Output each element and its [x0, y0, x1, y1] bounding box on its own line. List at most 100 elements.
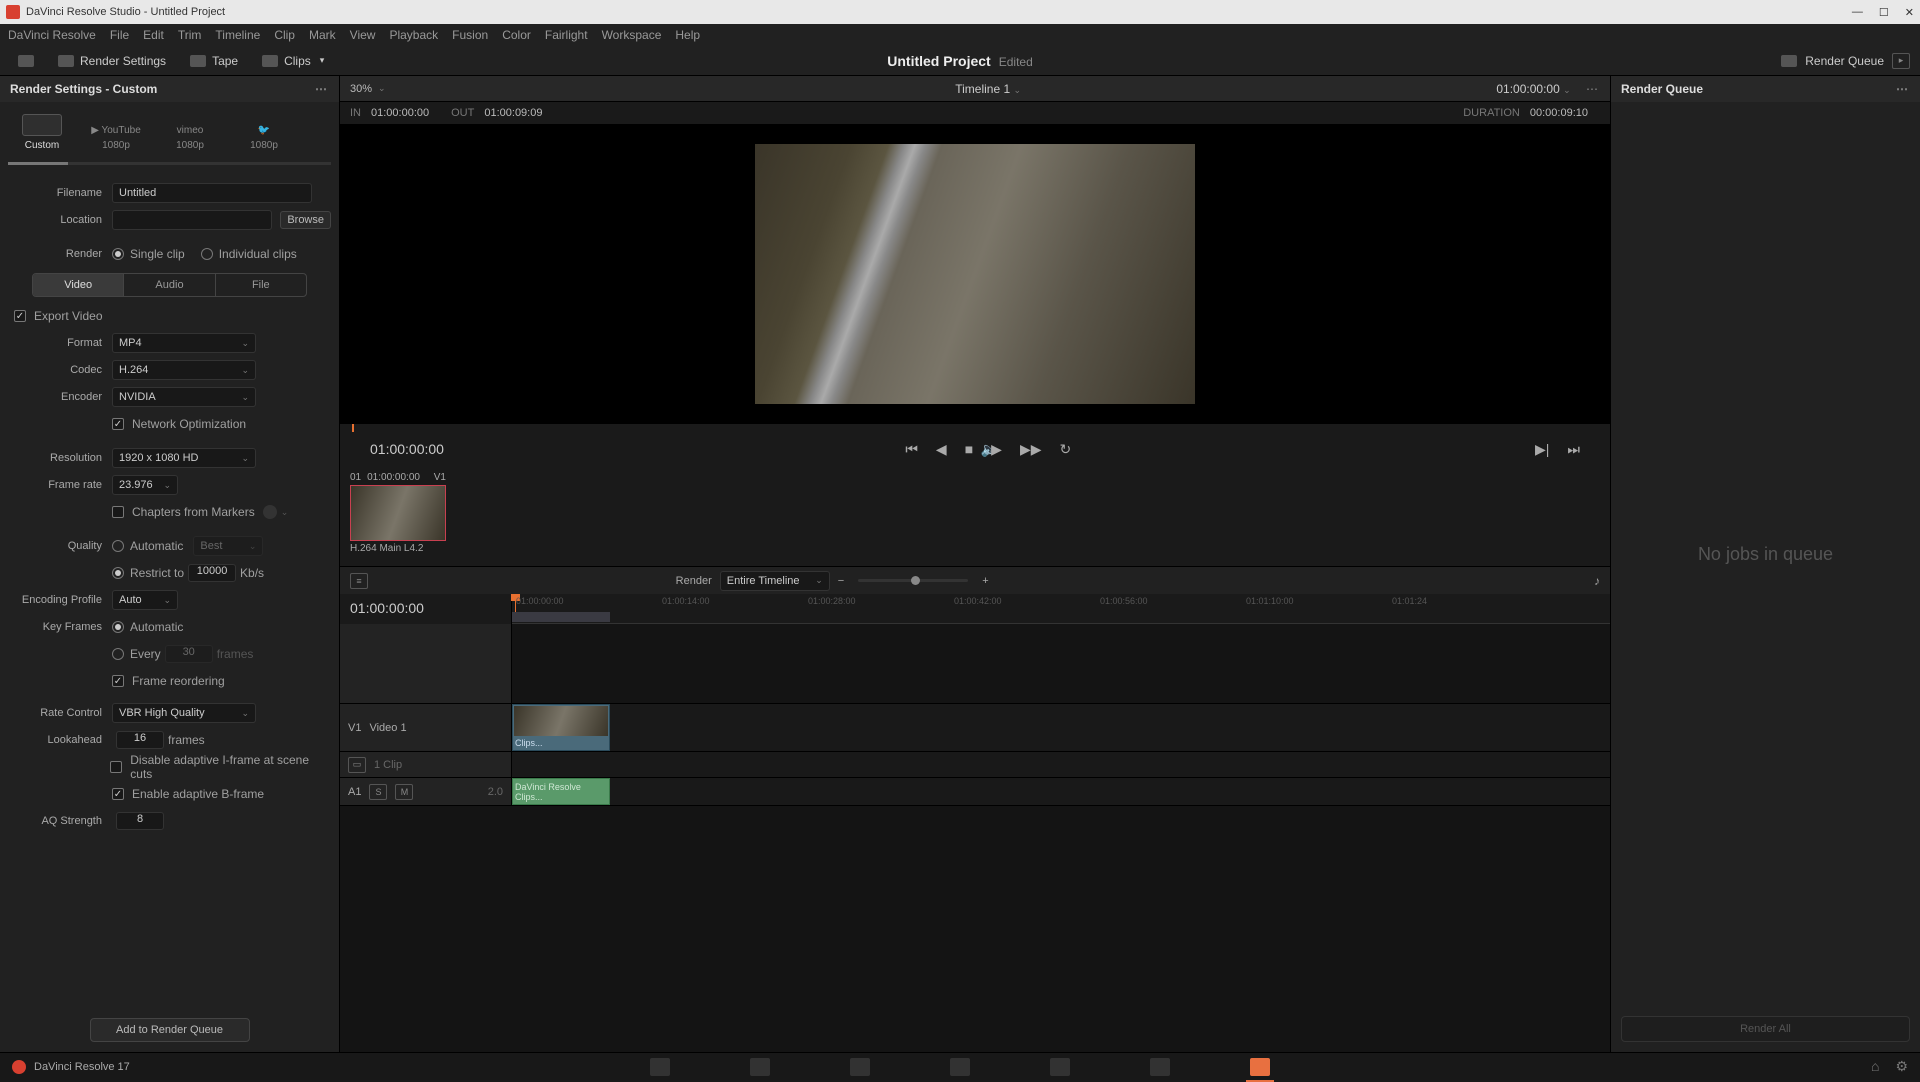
ruler-track[interactable]: 01:00:00:00 01:00:14:00 01:00:28:00 01:0…: [512, 594, 1610, 624]
clip-thumbnail[interactable]: 0101:00:00:00V1 H.264 Main L4.2: [350, 472, 446, 560]
video-clip[interactable]: DaVinci Resolve Clips...: [512, 704, 610, 751]
codec-select[interactable]: H.264⌄: [112, 360, 256, 380]
quality-auto-radio[interactable]: [112, 540, 124, 552]
menu-edit[interactable]: Edit: [143, 28, 164, 42]
expand-icon[interactable]: ▸: [1892, 53, 1910, 69]
zoom-out-icon[interactable]: −: [838, 575, 844, 587]
solo-button[interactable]: S: [369, 784, 387, 800]
enable-bframe-check[interactable]: [112, 788, 124, 800]
encoder-select[interactable]: NVIDIA⌄: [112, 387, 256, 407]
play-icon[interactable]: ▶: [991, 441, 1002, 458]
viewer-timecode[interactable]: 01:00:00:00: [1496, 82, 1559, 96]
menu-fusion[interactable]: Fusion: [452, 28, 488, 42]
lookahead-input[interactable]: 16: [116, 731, 164, 749]
clips-button[interactable]: Clips▾: [254, 51, 332, 71]
deliver-page-icon[interactable]: [1250, 1058, 1270, 1076]
bitrate-input[interactable]: 10000: [188, 564, 236, 582]
frame-reorder-check[interactable]: [112, 675, 124, 687]
menu-help[interactable]: Help: [675, 28, 700, 42]
minimize-button[interactable]: —: [1852, 6, 1863, 19]
close-button[interactable]: ✕: [1905, 6, 1914, 19]
kf-every-radio[interactable]: [112, 648, 124, 660]
render-range-indicator[interactable]: [512, 612, 610, 622]
menu-clip[interactable]: Clip: [274, 28, 295, 42]
render-all-button[interactable]: Render All: [1621, 1016, 1910, 1042]
audio-waveform-icon[interactable]: ♪: [1594, 574, 1600, 588]
more-icon[interactable]: ⋯: [315, 82, 329, 96]
zoom-in-icon[interactable]: +: [982, 575, 988, 587]
menu-trim[interactable]: Trim: [178, 28, 202, 42]
chapters-check[interactable]: [112, 506, 124, 518]
menu-timeline[interactable]: Timeline: [215, 28, 260, 42]
presets-toggle[interactable]: [10, 52, 42, 70]
tab-video[interactable]: Video: [33, 274, 124, 296]
render-queue-button[interactable]: Render Queue: [1805, 54, 1884, 68]
zoom-select[interactable]: 30%: [350, 83, 372, 95]
media-page-icon[interactable]: [650, 1058, 670, 1076]
settings-icon[interactable]: ⚙: [1895, 1058, 1908, 1075]
menu-playback[interactable]: Playback: [389, 28, 438, 42]
viewer-more-icon[interactable]: ⋯: [1586, 82, 1600, 96]
browse-button[interactable]: Browse: [280, 211, 331, 229]
cut-page-icon[interactable]: [750, 1058, 770, 1076]
format-select[interactable]: MP4⌄: [112, 333, 256, 353]
last-frame-icon[interactable]: ⏭: [1567, 441, 1580, 458]
filename-input[interactable]: Untitled: [112, 183, 312, 203]
prev-frame-icon[interactable]: ◀: [936, 441, 947, 458]
encoding-profile-select[interactable]: Auto⌄: [112, 590, 178, 610]
marker-color-icon[interactable]: [263, 505, 277, 519]
scrubber[interactable]: [340, 424, 1610, 432]
location-input[interactable]: [112, 210, 272, 230]
zoom-slider[interactable]: [858, 579, 968, 582]
mute-button[interactable]: M: [395, 784, 413, 800]
menu-file[interactable]: File: [110, 28, 129, 42]
loop-icon[interactable]: ↻: [1060, 441, 1072, 458]
framerate-select[interactable]: 23.976⌄: [112, 475, 178, 495]
video-lane[interactable]: DaVinci Resolve Clips...: [512, 704, 1610, 751]
render-settings-button[interactable]: Render Settings: [50, 51, 174, 71]
tab-audio[interactable]: Audio: [124, 274, 215, 296]
home-icon[interactable]: ⌂: [1871, 1058, 1879, 1075]
audio-lane[interactable]: DaVinci Resolve Clips...: [512, 778, 1610, 805]
aq-strength-input[interactable]: 8: [116, 812, 164, 830]
single-clip-radio[interactable]: [112, 248, 124, 260]
edit-page-icon[interactable]: [850, 1058, 870, 1076]
individual-clips-radio[interactable]: [201, 248, 213, 260]
color-page-icon[interactable]: [1050, 1058, 1070, 1076]
fairlight-page-icon[interactable]: [1150, 1058, 1170, 1076]
restrict-radio[interactable]: [112, 567, 124, 579]
menu-view[interactable]: View: [350, 28, 376, 42]
export-video-check[interactable]: [14, 310, 26, 322]
preset-youtube[interactable]: ▶ YouTube1080p: [80, 121, 152, 155]
viewer[interactable]: [340, 124, 1610, 424]
network-opt-check[interactable]: [112, 418, 124, 430]
last-clip-icon[interactable]: ▶|: [1535, 441, 1549, 458]
preset-vimeo[interactable]: vimeo1080p: [154, 121, 226, 155]
rate-control-select[interactable]: VBR High Quality⌄: [112, 703, 256, 723]
kf-auto-radio[interactable]: [112, 621, 124, 633]
menu-fairlight[interactable]: Fairlight: [545, 28, 588, 42]
queue-more-icon[interactable]: ⋯: [1896, 82, 1910, 96]
track-mode-icon[interactable]: ▭: [348, 757, 366, 773]
menu-davinci[interactable]: DaVinci Resolve: [8, 28, 96, 42]
maximize-button[interactable]: ☐: [1879, 6, 1889, 19]
fusion-page-icon[interactable]: [950, 1058, 970, 1076]
preset-twitter[interactable]: 🐦1080p: [228, 121, 300, 155]
stop-icon[interactable]: ■: [965, 441, 973, 458]
menu-workspace[interactable]: Workspace: [602, 28, 662, 42]
menu-color[interactable]: Color: [502, 28, 531, 42]
audio-clip[interactable]: DaVinci Resolve Clips...: [512, 778, 610, 805]
preset-scrollbar[interactable]: [8, 162, 331, 165]
disable-iframe-check[interactable]: [110, 761, 122, 773]
tape-button[interactable]: Tape: [182, 51, 246, 71]
resolution-select[interactable]: 1920 x 1080 HD⌄: [112, 448, 256, 468]
tab-file[interactable]: File: [216, 274, 306, 296]
next-frame-icon[interactable]: ▶▶: [1020, 441, 1042, 458]
preset-custom[interactable]: Custom: [6, 110, 78, 155]
tl-view-icon[interactable]: ≡: [350, 573, 368, 589]
playhead-icon[interactable]: [352, 424, 354, 432]
add-to-queue-button[interactable]: Add to Render Queue: [90, 1018, 250, 1042]
timeline-name[interactable]: Timeline 1 ⌄: [955, 82, 1021, 96]
render-range-select[interactable]: Entire Timeline⌄: [720, 571, 830, 591]
menu-mark[interactable]: Mark: [309, 28, 336, 42]
